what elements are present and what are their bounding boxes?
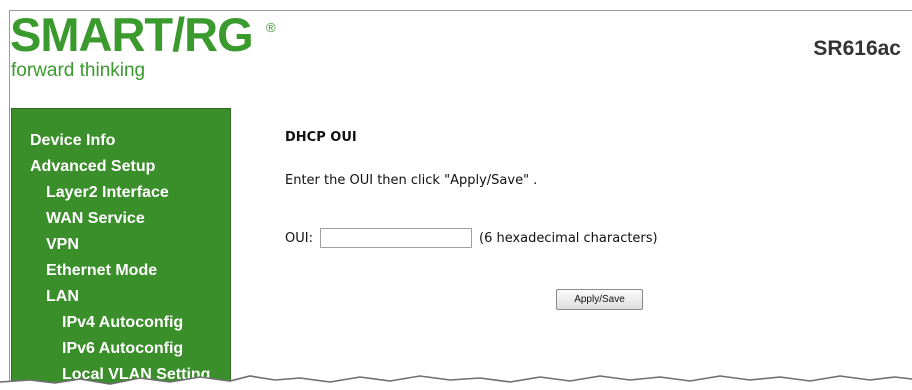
sidebar-item-wan-service[interactable]: WAN Service <box>46 210 145 228</box>
oui-label: OUI: <box>285 231 313 246</box>
torn-paper-edge <box>0 375 912 390</box>
smartrg-logo: SMART/RG ® forward thinking <box>10 8 290 85</box>
oui-hint: (6 hexadecimal characters) <box>479 231 658 246</box>
sidebar-item-lan[interactable]: LAN <box>46 288 79 306</box>
logo-brand-text: SMART/RG <box>10 8 254 61</box>
page-title: DHCP OUI <box>285 130 357 145</box>
oui-input[interactable] <box>320 228 472 248</box>
logo-tagline: forward thinking <box>11 60 146 81</box>
sidebar-item-ethernet-mode[interactable]: Ethernet Mode <box>46 262 157 280</box>
instruction-text: Enter the OUI then click "Apply/Save" . <box>285 173 538 188</box>
registered-mark: ® <box>266 20 276 35</box>
sidebar-item-ipv6-autoconfig[interactable]: IPv6 Autoconfig <box>62 340 183 358</box>
model-name: SR616ac <box>813 37 901 60</box>
apply-save-button[interactable]: Apply/Save <box>556 289 643 310</box>
sidebar-item-advanced-setup[interactable]: Advanced Setup <box>30 158 155 176</box>
sidebar-item-ipv4-autoconfig[interactable]: IPv4 Autoconfig <box>62 314 183 332</box>
sidebar-nav: Device Info Advanced Setup Layer2 Interf… <box>11 108 231 390</box>
sidebar-item-vpn[interactable]: VPN <box>46 236 79 254</box>
sidebar-item-device-info[interactable]: Device Info <box>30 132 115 150</box>
sidebar-item-layer2-interface[interactable]: Layer2 Interface <box>46 184 169 202</box>
